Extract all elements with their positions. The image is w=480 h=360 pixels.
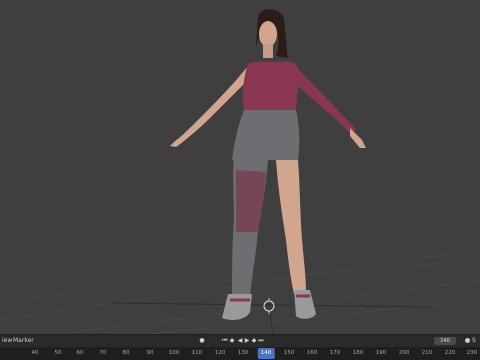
marker-menu[interactable]: Marker	[13, 336, 34, 346]
ruler-tick: 210	[421, 350, 433, 356]
ruler-tick: 90	[146, 350, 154, 356]
leotard-top	[242, 61, 299, 112]
stopwatch-icon[interactable]	[465, 338, 470, 343]
ruler-tick: 60	[76, 350, 84, 356]
ruler-tick: 70	[99, 350, 107, 356]
ruler-tick: 130	[237, 350, 249, 356]
blender-window: iew Marker ● ⏮ ◆ ◀ ▶ ◆ ⏭ 140 S 40 50 60 …	[0, 0, 480, 360]
view-menu[interactable]: iew	[2, 336, 12, 346]
head	[259, 21, 277, 47]
playhead-frame[interactable]: 140	[257, 348, 275, 359]
right-leg	[276, 160, 306, 294]
ruler-tick: 170	[329, 350, 341, 356]
ruler-tick: 200	[398, 350, 410, 356]
ruler-tick: 40	[31, 350, 39, 356]
ruler-tick: 160	[306, 350, 318, 356]
right-shoe	[294, 290, 316, 319]
right-arm-sleeve	[290, 64, 356, 134]
3d-viewport[interactable]	[0, 0, 480, 334]
ruler-tick: 120	[214, 350, 226, 356]
ruler-tick: 190	[375, 350, 387, 356]
ruler-tick: 230	[466, 350, 478, 356]
ruler-tick: 220	[444, 350, 456, 356]
timeline-header: iew Marker ● ⏮ ◆ ◀ ▶ ◆ ⏭ 140 S	[0, 334, 480, 347]
right-hand	[350, 128, 366, 148]
start-frame-label: S	[472, 337, 476, 344]
x-axis-line	[109, 302, 431, 308]
character-model	[170, 9, 366, 320]
left-shoe	[222, 294, 252, 320]
ruler-tick: 80	[122, 350, 130, 356]
timeline-ruler[interactable]: 40 50 60 70 80 90 100 110 120 130 140 15…	[0, 347, 480, 360]
ruler-tick: 110	[191, 350, 203, 356]
mesh-midsection	[232, 110, 300, 160]
ruler-tick: 100	[168, 350, 180, 356]
viewport-canvas[interactable]	[0, 0, 480, 334]
ruler-tick: 180	[352, 350, 364, 356]
ruler-tick: 50	[54, 350, 62, 356]
neck	[263, 44, 273, 58]
jump-to-end-icon[interactable]: ⏭	[257, 337, 265, 345]
ruler-tick: 150	[283, 350, 295, 356]
current-frame-field[interactable]: 140	[434, 337, 456, 345]
left-leg-pattern	[236, 170, 266, 232]
record-icon[interactable]: ●	[198, 337, 206, 345]
previous-keyframe-icon[interactable]: ◆	[228, 337, 236, 345]
